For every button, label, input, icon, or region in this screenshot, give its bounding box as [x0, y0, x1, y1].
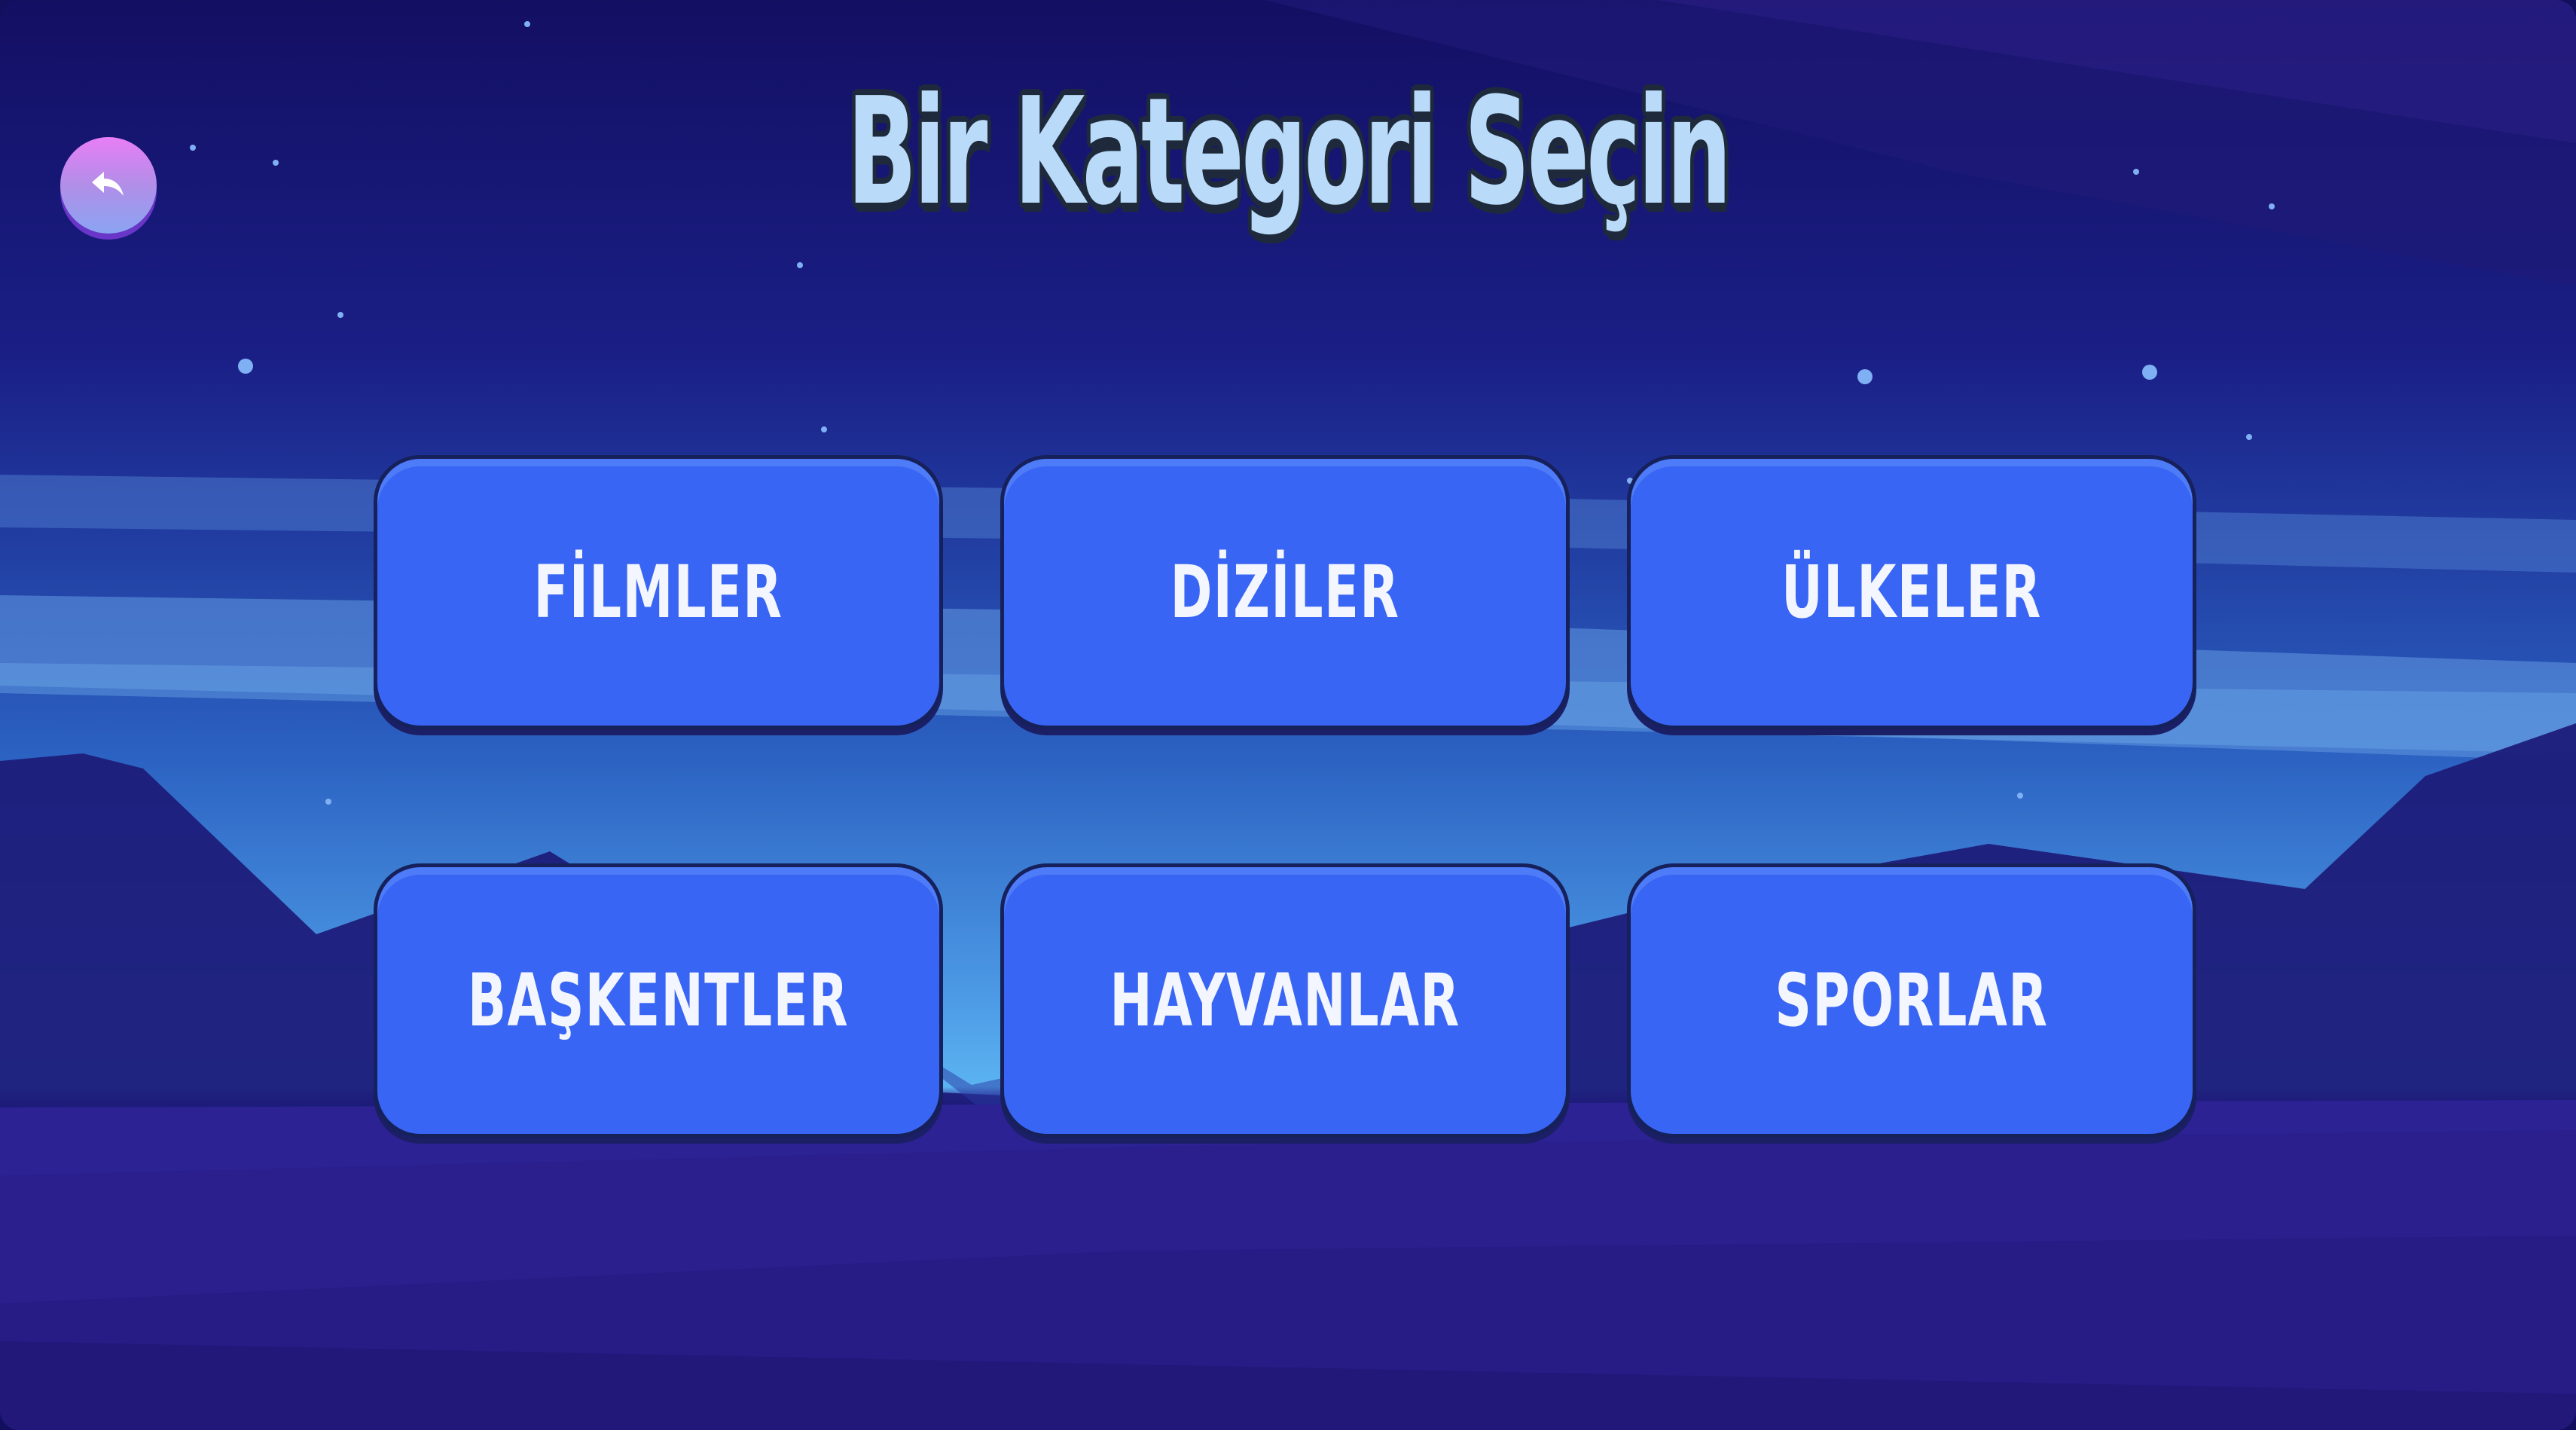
category-button-ulkeler[interactable]: ÜLKELER: [1627, 455, 2196, 729]
category-button-sporlar[interactable]: SPORLAR: [1627, 863, 2196, 1138]
category-button-diziler[interactable]: DİZİLER: [1000, 455, 1570, 729]
back-button[interactable]: [60, 137, 157, 234]
category-label: FİLMLER: [533, 550, 783, 634]
category-button-filmler[interactable]: FİLMLER: [374, 455, 943, 729]
category-button-baskentler[interactable]: BAŞKENTLER: [374, 863, 943, 1138]
category-label: SPORLAR: [1775, 958, 2049, 1043]
game-screen: Bir Kategori Seçin FİLMLER DİZİLER ÜLKEL…: [0, 0, 2576, 1430]
category-button-hayvanlar[interactable]: HAYVANLAR: [1000, 863, 1570, 1138]
category-label: DİZİLER: [1170, 550, 1400, 634]
category-label: BAŞKENTLER: [467, 958, 850, 1043]
category-label: HAYVANLAR: [1109, 958, 1460, 1043]
category-label: ÜLKELER: [1781, 550, 2042, 634]
back-arrow-icon: [92, 172, 124, 196]
page-title: Bir Kategori Seçin: [847, 66, 1732, 238]
